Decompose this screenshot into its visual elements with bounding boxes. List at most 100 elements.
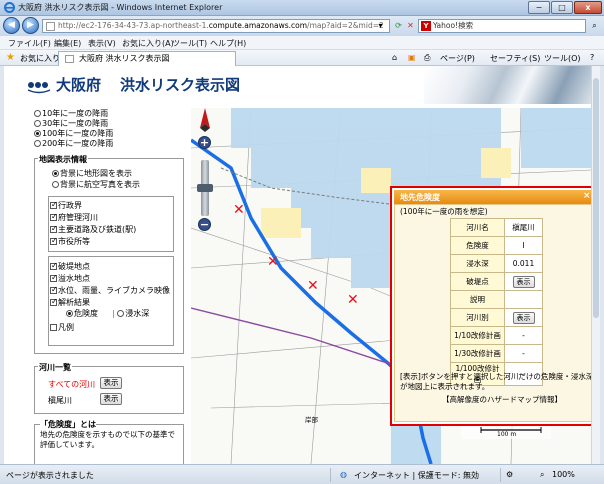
status-tools-icon[interactable]: ⚙	[506, 470, 513, 479]
frequency-option[interactable]: 200年に一度の降雨	[34, 138, 113, 149]
vertical-scrollbar[interactable]	[591, 66, 600, 464]
layer-checkbox[interactable]: 主要道路及び鉄道(駅)	[50, 224, 136, 235]
window-titlebar: 大阪府 洪水リスク表示図 - Windows Internet Explorer…	[0, 0, 604, 16]
help-icon[interactable]: ?	[590, 53, 594, 62]
river-all-label[interactable]: すべての河川	[48, 379, 95, 390]
yahoo-icon: Y	[421, 21, 431, 31]
zone-text: インターネット | 保護モード: 無効	[354, 471, 480, 480]
risk-table: 河川名 槇尾川 危険度 Ⅰ 浸水深 0.011 破堤点 表示 説明 河川別 表示 1/10…	[450, 218, 543, 386]
tab-page-icon	[65, 55, 74, 63]
menu-file[interactable]: ファイル(F)	[8, 38, 51, 49]
search-box[interactable]: Y Yahoo!検索	[418, 19, 586, 33]
breach-cell: 表示	[504, 272, 543, 291]
breach-show-button[interactable]: 表示	[512, 275, 535, 288]
hazard-map-link[interactable]: 【高解像度のハザードマップ情報】	[442, 394, 562, 405]
checkbox-checked-icon	[50, 200, 58, 209]
breach-point-marker[interactable]: ✕	[307, 278, 319, 294]
layer-checkbox[interactable]: 溢水地点	[50, 273, 90, 284]
checkbox-icon	[50, 324, 57, 331]
back-button[interactable]: ◀	[3, 17, 20, 34]
zoom-magnifier-icon[interactable]: ⌕	[540, 470, 544, 480]
close-window-button[interactable]: x	[574, 1, 602, 14]
address-domain: compute.amazonaws.com	[208, 21, 308, 30]
table-row: 危険度 Ⅰ	[450, 236, 543, 255]
zoom-control: + −	[193, 108, 217, 232]
layer-checkbox[interactable]: 解析結果	[50, 297, 90, 308]
favorites-star-icon[interactable]: ★	[6, 52, 15, 63]
river-list-title: 河川一覧	[38, 362, 72, 373]
by-river-show-button[interactable]: 表示	[512, 311, 535, 324]
menu-favorites[interactable]: お気に入り(A)	[122, 38, 174, 49]
river-all-show-button[interactable]: 表示	[100, 377, 122, 389]
layer-checkbox[interactable]: 市役所等	[50, 236, 90, 247]
address-dropdown-icon[interactable]: ▾	[374, 20, 387, 32]
checkbox-checked-icon	[50, 212, 58, 221]
menu-view[interactable]: 表示(V)	[88, 38, 116, 49]
prefecture-name: 大阪府	[56, 76, 102, 94]
analysis-option[interactable]: | 浸水深	[112, 308, 149, 319]
page-menu[interactable]: ページ(P)	[440, 53, 475, 64]
map-place-label: 岸部	[305, 416, 318, 424]
risk-popup: 地先危険度 × (100年に一度の雨を想定) 河川名 槇尾川 危険度 Ⅰ 浸水深 0.…	[390, 186, 600, 426]
depth-label: 浸水深	[450, 254, 505, 273]
river-name-value: 槇尾川	[504, 218, 543, 237]
breach-point-marker[interactable]: ✕	[347, 292, 359, 308]
browser-tab[interactable]: 大阪府 洪水リスク表示図	[58, 51, 236, 66]
checkbox-checked-icon	[50, 273, 58, 282]
tab-title: 大阪府 洪水リスク表示図	[79, 54, 170, 63]
plan30-label: 1/30改修計画	[450, 344, 505, 363]
plan30-value: -	[504, 344, 543, 363]
zoom-slider-thumb[interactable]	[197, 184, 213, 192]
menu-help[interactable]: ヘルプ(H)	[210, 38, 246, 49]
layer-checkbox[interactable]: 行政界	[50, 200, 82, 211]
popup-close-icon[interactable]: ×	[583, 191, 591, 201]
safety-menu[interactable]: セーフティ(S)	[490, 53, 540, 64]
favorites-button[interactable]: お気に入り	[20, 53, 60, 64]
table-row: 浸水深 0.011	[450, 254, 543, 273]
layer-checkbox[interactable]: 府管理河川	[50, 212, 98, 223]
menu-tools[interactable]: ツール(T)	[172, 38, 207, 49]
zoom-in-button[interactable]: +	[198, 136, 211, 149]
site-header: 大阪府 洪水リスク表示図	[4, 66, 591, 104]
layer-checkbox[interactable]: 水位、雨量、ライブカメラ映像	[50, 285, 170, 296]
tools-menu[interactable]: ツール(O)	[544, 53, 581, 64]
print-icon[interactable]: ⎙	[424, 53, 430, 63]
scrollbar-thumb[interactable]	[593, 78, 599, 318]
search-go-icon[interactable]: ⌕	[588, 20, 601, 32]
plan10-value: -	[504, 326, 543, 345]
status-separator	[330, 468, 331, 482]
river-makio-show-button[interactable]: 表示	[100, 393, 122, 405]
menu-edit[interactable]: 編集(E)	[54, 38, 81, 49]
feeds-icon[interactable]: ▣	[408, 53, 416, 62]
zoom-level[interactable]: 100%	[552, 470, 575, 479]
breach-point-marker[interactable]: ✕	[267, 254, 279, 270]
favorites-bar: ★ お気に入り 大阪府 洪水リスク表示図 ⌂ ▣ ⎙ ページ(P) セーフティ(…	[0, 50, 604, 66]
description-label: 説明	[450, 290, 505, 309]
minimize-button[interactable]: −	[528, 1, 550, 14]
layer-checkbox[interactable]: 破堤地点	[50, 261, 90, 272]
popup-note: (100年に一度の雨を想定)	[400, 207, 488, 216]
table-row: 河川別 表示	[450, 308, 543, 327]
zoom-out-button[interactable]: −	[198, 218, 211, 231]
radio-selected-icon	[66, 310, 73, 317]
address-bar[interactable]: http://ec2-176-34-43-73.ap-northeast-1.c…	[42, 19, 390, 33]
page-title: 洪水リスク表示図	[120, 76, 241, 94]
background-option[interactable]: 背景に航空写真を表示	[52, 179, 140, 190]
osaka-logo-icon	[27, 82, 51, 94]
analysis-option[interactable]: 危険度	[66, 308, 98, 319]
forward-button[interactable]: ▶	[22, 17, 39, 34]
by-river-cell: 表示	[504, 308, 543, 327]
radio-selected-icon	[52, 170, 59, 177]
breach-point-marker[interactable]: ✕	[233, 202, 245, 218]
page-icon	[46, 22, 55, 31]
table-row: 破堤点 表示	[450, 272, 543, 291]
table-row: 1/30改修計画 -	[450, 344, 543, 363]
background-option[interactable]: 背景に地形図を表示	[52, 168, 132, 179]
river-makio-label[interactable]: 槇尾川	[48, 395, 72, 406]
stop-icon[interactable]: ✕	[404, 20, 417, 32]
home-icon[interactable]: ⌂	[392, 53, 397, 62]
header-photo	[424, 66, 591, 104]
legend-checkbox[interactable]: 凡例	[50, 322, 74, 333]
ie-logo-icon	[4, 2, 15, 13]
maximize-button[interactable]: □	[551, 1, 573, 14]
